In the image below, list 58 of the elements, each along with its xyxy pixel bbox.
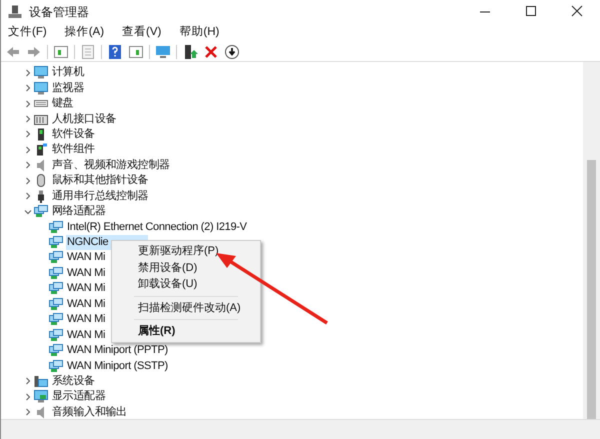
tree-item[interactable]: 监视器: [51, 80, 86, 96]
tree-item[interactable]: WAN Mi: [66, 281, 106, 296]
system-device-icon: [34, 374, 48, 388]
panel-icon[interactable]: [53, 44, 69, 60]
monitor-icon: [34, 82, 48, 95]
update-driver-icon[interactable]: [182, 44, 198, 60]
menu-item[interactable]: 查看(V): [122, 24, 162, 42]
device-icon: [34, 143, 48, 156]
network-adapter-icon: [49, 360, 63, 373]
tree-item[interactable]: WAN Mi: [66, 296, 106, 312]
network-adapter-icon: [49, 298, 63, 311]
context-menu-item[interactable]: 卸载设备(U): [112, 276, 260, 292]
computer-icon: [34, 66, 48, 80]
network-adapter-icon: [49, 236, 63, 250]
network-adapter-icon: [49, 313, 63, 326]
tree-item[interactable]: 鼠标和其他指针设备: [51, 173, 150, 188]
network-adapter-icon: [49, 220, 63, 234]
tree-item[interactable]: 软件设备: [51, 126, 96, 142]
monitor-icon[interactable]: [155, 44, 171, 60]
menu-item[interactable]: 操作(A): [64, 24, 104, 42]
close-icon[interactable]: [203, 44, 219, 60]
tree-item[interactable]: 网络适配器: [51, 204, 107, 220]
network-adapter-icon: [49, 266, 63, 280]
tree-item[interactable]: WAN Mi: [66, 266, 106, 281]
tree-item[interactable]: 计算机: [51, 65, 86, 80]
tree-item[interactable]: WAN Mi: [66, 328, 106, 343]
network-adapter-icon: [49, 344, 63, 358]
download-icon[interactable]: [224, 44, 240, 60]
tree-item[interactable]: 软件组件: [51, 142, 96, 158]
network-adapter-icon: [49, 251, 63, 264]
tree-item[interactable]: 人机接口设备: [51, 112, 118, 127]
tree-item[interactable]: 显示适配器: [51, 389, 107, 404]
tree-item[interactable]: WAN Miniport (SSTP): [66, 358, 169, 374]
tree-item[interactable]: 键盘: [51, 96, 74, 112]
panel-icon[interactable]: [128, 44, 144, 60]
context-menu-item[interactable]: 扫描检测硬件改动(A): [112, 300, 260, 316]
window-title: 设备管理器: [29, 4, 89, 20]
menu-item[interactable]: 文件(F): [8, 24, 47, 42]
tree-item[interactable]: WAN Mi: [66, 250, 106, 266]
help-icon[interactable]: [107, 44, 123, 60]
app-icon: [8, 4, 22, 18]
network-adapter-icon: [34, 205, 48, 218]
scrollbar[interactable]: [583, 62, 600, 419]
tree-item[interactable]: WAN Mi: [66, 312, 106, 328]
tree-item[interactable]: Intel(R) Ethernet Connection (2) I219-V: [66, 220, 248, 235]
mouse-icon: [34, 174, 48, 188]
tree-item[interactable]: WAN Miniport (PPTP): [66, 343, 169, 358]
tree-item[interactable]: 音频输入和输出: [51, 404, 128, 419]
keyboard-icon: [34, 112, 48, 126]
context-menu-item[interactable]: 禁用设备(D): [112, 260, 260, 276]
context-menu-item[interactable]: 属性(R): [112, 323, 260, 340]
tree-item[interactable]: 系统设备: [51, 374, 96, 389]
tree-item[interactable]: 通用串行总线控制器: [51, 188, 150, 204]
network-adapter-icon: [49, 282, 63, 296]
menu-item[interactable]: 帮助(H): [179, 24, 220, 42]
network-adapter-icon: [49, 328, 63, 342]
tree-item[interactable]: 声音、视频和游戏控制器: [51, 158, 171, 173]
display-adapter-icon: [34, 390, 48, 404]
